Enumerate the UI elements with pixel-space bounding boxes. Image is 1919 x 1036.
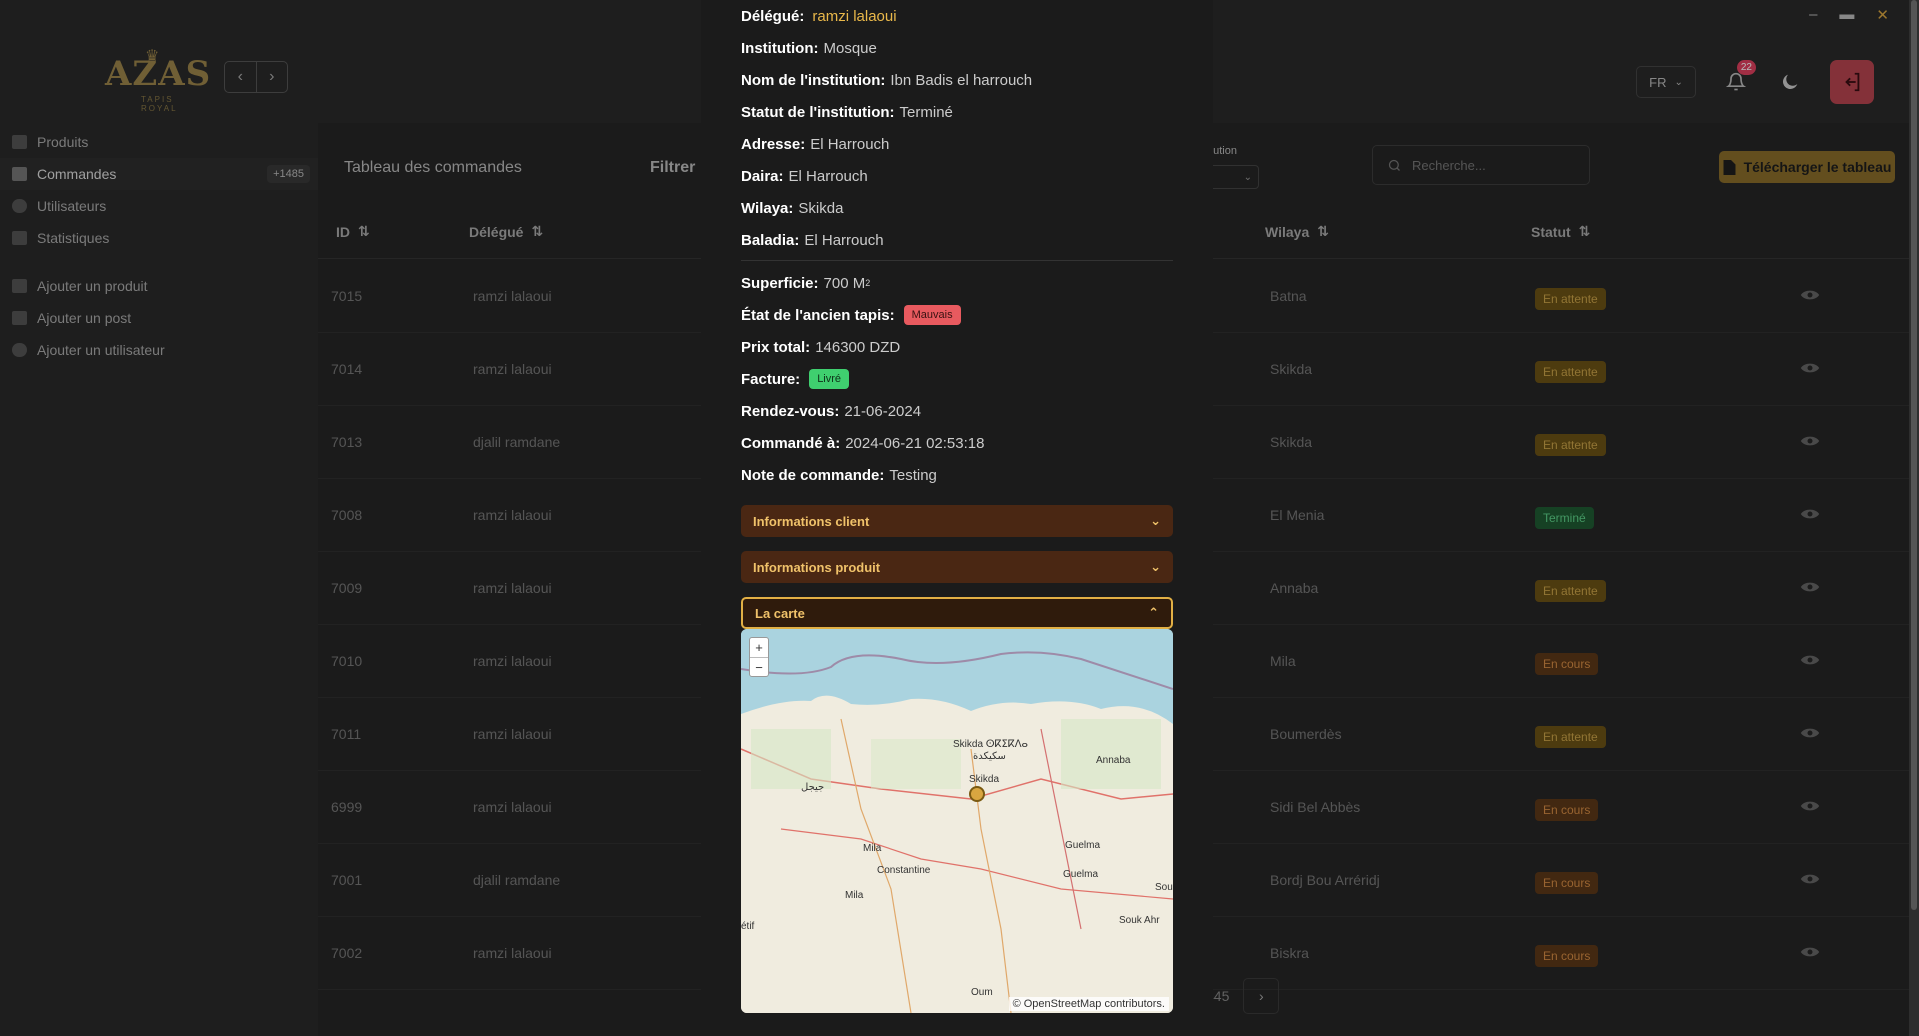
field-facture: Facture: Livré bbox=[741, 363, 1173, 395]
field-label: Délégué: bbox=[741, 7, 805, 25]
field-label: Institution: bbox=[741, 39, 819, 57]
chevron-down-icon: ⌄ bbox=[1150, 559, 1161, 574]
field-value: Terminé bbox=[899, 103, 953, 121]
field-value: Testing bbox=[889, 466, 937, 484]
map-label: Annaba bbox=[1096, 755, 1131, 766]
map-label: Souk Ahr bbox=[1119, 915, 1160, 926]
chevron-down-icon: ⌄ bbox=[1150, 513, 1161, 528]
accordion-title: Informations produit bbox=[753, 559, 881, 575]
map-label: Skikda ⵙⴽⵉⴽⴷⴰ bbox=[953, 739, 1028, 750]
field-label: Statut de l'institution: bbox=[741, 103, 895, 121]
field-label: Superficie: bbox=[741, 274, 819, 292]
field-label: État de l'ancien tapis: bbox=[741, 306, 895, 324]
field-value: 21-06-2024 bbox=[844, 402, 922, 420]
map-label: Sou bbox=[1155, 882, 1173, 893]
status-badge: Mauvais bbox=[903, 305, 961, 325]
accordion-title: Informations client bbox=[753, 513, 870, 529]
scrollbar-thumb[interactable] bbox=[1911, 0, 1917, 910]
map-label: étif bbox=[741, 921, 755, 932]
field-nom-institution: Nom de l'institution: Ibn Badis el harrou… bbox=[741, 64, 1173, 96]
map-label: Mila bbox=[845, 890, 864, 901]
field-label: Wilaya: bbox=[741, 199, 794, 217]
field-value: El Harrouch bbox=[810, 135, 890, 153]
accordion-la-carte[interactable]: La carte ⌃ bbox=[741, 597, 1173, 629]
accordion-title: La carte bbox=[755, 605, 805, 621]
field-label: Nom de l'institution: bbox=[741, 71, 886, 89]
chevron-up-icon: ⌃ bbox=[1148, 605, 1159, 620]
field-note: Note de commande: Testing bbox=[741, 459, 1173, 491]
unit-exponent: 2 bbox=[865, 278, 871, 288]
field-label: Prix total: bbox=[741, 338, 811, 356]
field-value: Skikda bbox=[798, 199, 844, 217]
map-label: سكيكدة bbox=[973, 751, 1006, 762]
map-label: Constantine bbox=[877, 865, 931, 876]
field-delegue: Délégué: ramzi lalaoui bbox=[741, 0, 1173, 32]
field-value: 146300 DZD bbox=[815, 338, 901, 356]
accordion-informations-client[interactable]: Informations client ⌄ bbox=[741, 505, 1173, 537]
map-label: Oum bbox=[971, 987, 993, 998]
zoom-out-button[interactable]: − bbox=[750, 657, 768, 676]
field-baladia: Baladia: El Harrouch bbox=[741, 224, 1173, 256]
field-label: Rendez-vous: bbox=[741, 402, 840, 420]
field-label: Adresse: bbox=[741, 135, 806, 153]
order-detail-modal: Délégué: ramzi lalaoui Institution: Mosque… bbox=[701, 0, 1213, 1036]
field-value: 700 M bbox=[823, 274, 866, 292]
field-value: Ibn Badis el harrouch bbox=[890, 71, 1033, 89]
field-superficie: Superficie: 700 M2 bbox=[741, 267, 1173, 299]
field-adresse: Adresse: El Harrouch bbox=[741, 128, 1173, 160]
field-institution: Institution: Mosque bbox=[741, 32, 1173, 64]
field-value: El Harrouch bbox=[788, 167, 868, 185]
status-badge: Livré bbox=[809, 369, 850, 389]
scrollbar[interactable] bbox=[1909, 0, 1919, 1036]
field-value: El Harrouch bbox=[804, 231, 884, 249]
location-map[interactable]: + − Skikda ⵙⴽⵉⴽⴷⴰ سكيكدة Skikda Annaba M… bbox=[741, 629, 1173, 1013]
field-prix-total: Prix total: 146300 DZD bbox=[741, 331, 1173, 363]
field-label: Facture: bbox=[741, 370, 801, 388]
map-attribution[interactable]: © OpenStreetMap contributors. bbox=[1008, 997, 1169, 1011]
field-value: 2024-06-21 02:53:18 bbox=[845, 434, 985, 452]
zoom-in-button[interactable]: + bbox=[750, 638, 768, 657]
delegue-link[interactable]: ramzi lalaoui bbox=[812, 8, 896, 25]
map-label: Skikda bbox=[969, 774, 1000, 785]
map-label: Guelma bbox=[1063, 869, 1099, 880]
map-label: Mila bbox=[863, 843, 882, 854]
field-commande-a: Commandé à: 2024-06-21 02:53:18 bbox=[741, 427, 1173, 459]
map-zoom-control: + − bbox=[749, 637, 769, 677]
field-daira: Daira: El Harrouch bbox=[741, 160, 1173, 192]
field-label: Baladia: bbox=[741, 231, 800, 249]
field-rendez-vous: Rendez-vous: 21-06-2024 bbox=[741, 395, 1173, 427]
field-value: Mosque bbox=[823, 39, 877, 57]
map-label: Guelma bbox=[1065, 840, 1101, 851]
map-label: جيجل bbox=[801, 782, 825, 793]
field-statut-institution: Statut de l'institution: Terminé bbox=[741, 96, 1173, 128]
field-etat-tapis: État de l'ancien tapis: Mauvais bbox=[741, 299, 1173, 331]
divider bbox=[741, 260, 1173, 261]
field-label: Daira: bbox=[741, 167, 784, 185]
field-wilaya: Wilaya: Skikda bbox=[741, 192, 1173, 224]
app-window: – ▬ ✕ ♛ AZAS TAPIS ROYAL ‹ › FR ⌄ 22 Pro… bbox=[0, 0, 1919, 1036]
accordion-informations-produit[interactable]: Informations produit ⌄ bbox=[741, 551, 1173, 583]
field-label: Commandé à: bbox=[741, 434, 841, 452]
field-label: Note de commande: bbox=[741, 466, 885, 484]
map-tiles bbox=[741, 629, 1173, 1013]
order-detail-body: Délégué: ramzi lalaoui Institution: Mosque… bbox=[741, 0, 1173, 629]
